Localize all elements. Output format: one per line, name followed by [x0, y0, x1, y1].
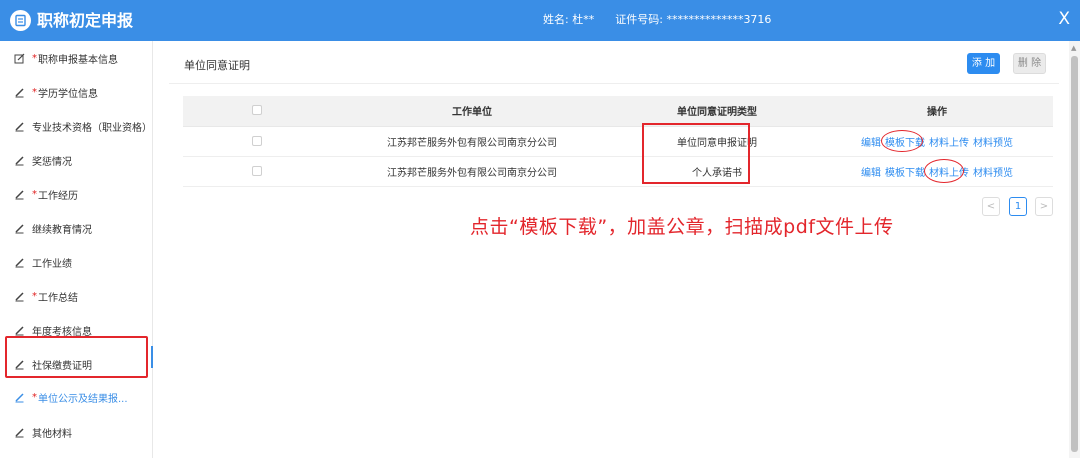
sidebar-item-label: 职称申报基本信息	[38, 54, 118, 66]
sidebar-item-label: 继续教育情况	[32, 224, 92, 236]
sidebar-item[interactable]: 奖惩情况	[0, 143, 153, 177]
sidebar-item-label: 工作总结	[38, 292, 78, 304]
required-marker: *	[32, 86, 37, 98]
table-header-row: 工作单位 单位同意证明类型 操作	[183, 96, 1053, 127]
scrollbar-thumb[interactable]	[1071, 56, 1078, 452]
sidebar-item-label: 工作经历	[38, 190, 78, 202]
select-all-checkbox-cell[interactable]	[183, 96, 331, 127]
delete-button[interactable]: 删 除	[1013, 53, 1046, 74]
cell-unit: 江苏邦芒服务外包有限公司南京分公司	[331, 156, 613, 187]
pencil-icon	[13, 155, 25, 166]
sidebar-item[interactable]: * 工作总结	[0, 279, 153, 313]
required-marker: *	[32, 290, 37, 302]
column-header-type: 单位同意证明类型	[613, 96, 821, 127]
material-preview-link[interactable]: 材料预览	[973, 168, 1013, 179]
required-marker: *	[32, 52, 37, 64]
user-info: 姓名: 杜** 证件号码: **************3716	[543, 13, 771, 27]
select-all-checkbox[interactable]	[252, 105, 262, 116]
sidebar-item-label: 奖惩情况	[32, 156, 72, 168]
pencil-icon	[13, 121, 25, 132]
sidebar-item[interactable]: 工作业绩	[0, 245, 153, 279]
sidebar-item[interactable]: * 单位公示及结果报...	[0, 380, 153, 414]
scroll-up-icon[interactable]: ▲	[1071, 44, 1076, 52]
column-header-actions: 操作	[821, 96, 1053, 127]
sidebar-item[interactable]: 继续教育情况	[0, 211, 153, 245]
edit-square-icon	[13, 53, 25, 64]
panel-title: 单位同意证明	[184, 59, 250, 72]
sidebar-item-label: 学历学位信息	[38, 88, 98, 100]
sidebar-item[interactable]: 专业技术资格（职业资格）	[0, 109, 153, 143]
highlight-circle-download	[881, 130, 923, 152]
sidebar-item[interactable]: * 工作经历	[0, 177, 153, 211]
cell-actions: 编辑 模板下载 材料上传 材料预览	[821, 126, 1053, 157]
pencil-icon	[13, 223, 25, 234]
sidebar-item-label: 其他材料	[32, 428, 72, 440]
sidebar-item[interactable]: * 职称申报基本信息	[0, 41, 153, 75]
instruction-annotation: 点击“模板下载”，加盖公章，扫描成pdf文件上传	[470, 216, 894, 238]
material-upload-link[interactable]: 材料上传	[929, 138, 969, 149]
name-label: 姓名:	[543, 13, 569, 26]
pencil-icon	[13, 257, 25, 268]
cell-unit: 江苏邦芒服务外包有限公司南京分公司	[331, 126, 613, 157]
column-header-unit: 工作单位	[331, 96, 613, 127]
pencil-icon	[13, 87, 25, 98]
current-page-button[interactable]: 1	[1009, 197, 1027, 216]
highlight-circle-upload	[924, 159, 964, 183]
add-button[interactable]: 添 加	[967, 53, 1000, 74]
pencil-icon	[13, 291, 25, 302]
next-page-button[interactable]: >	[1035, 197, 1053, 216]
active-indicator	[151, 346, 153, 368]
header-bar: 职称初定申报 姓名: 杜** 证件号码: **************3716 …	[0, 0, 1080, 41]
pencil-icon	[13, 427, 25, 438]
app-logo-icon	[10, 10, 31, 31]
material-preview-link[interactable]: 材料预览	[973, 138, 1013, 149]
highlight-box-type	[642, 123, 750, 184]
prev-page-button[interactable]: <	[982, 197, 1000, 216]
highlight-box-sidebar	[5, 336, 148, 378]
id-value: **************3716	[666, 13, 772, 26]
sidebar-item-label: 工作业绩	[32, 258, 72, 270]
name-value: 杜**	[572, 13, 595, 26]
pencil-icon	[13, 325, 25, 336]
edit-link[interactable]: 编辑	[861, 168, 881, 179]
table-row: 江苏邦芒服务外包有限公司南京分公司 个人承诺书 编辑 模板下载 材料上传 材料预览	[183, 156, 1053, 187]
template-download-link[interactable]: 模板下载	[885, 168, 925, 179]
app-title: 职称初定申报	[37, 11, 134, 30]
required-marker: *	[32, 391, 37, 403]
sidebar-item-label: 单位公示及结果报...	[38, 393, 128, 405]
sidebar-item-label: 专业技术资格（职业资格）	[32, 122, 152, 134]
close-button[interactable]: X	[1058, 9, 1070, 29]
row-checkbox[interactable]	[252, 135, 262, 146]
sidebar-item[interactable]: 其他材料	[0, 415, 153, 449]
pencil-icon	[13, 392, 25, 403]
divider	[169, 83, 1059, 84]
row-checkbox[interactable]	[252, 165, 262, 176]
edit-link[interactable]: 编辑	[861, 138, 881, 149]
required-marker: *	[32, 188, 37, 200]
sidebar-item[interactable]: * 学历学位信息	[0, 75, 153, 109]
id-label: 证件号码:	[615, 13, 663, 26]
pencil-icon	[13, 189, 25, 200]
